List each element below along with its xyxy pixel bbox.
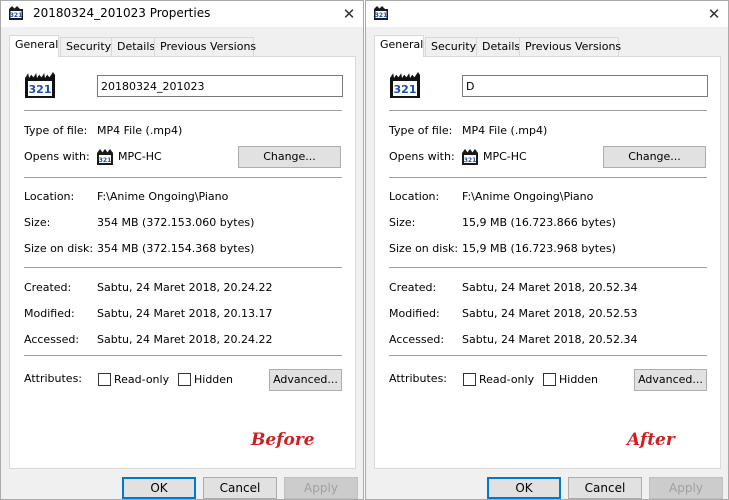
separator bbox=[24, 110, 342, 111]
file-name-input[interactable] bbox=[97, 75, 343, 97]
hidden-checkbox[interactable] bbox=[543, 373, 556, 386]
mpc-hc-small-icon: 321 bbox=[462, 149, 478, 165]
close-icon[interactable]: ✕ bbox=[335, 1, 363, 27]
attributes-label: Attributes: bbox=[389, 372, 448, 385]
type-of-file-label: Type of file: bbox=[24, 124, 88, 137]
apply-button[interactable]: Apply bbox=[284, 477, 358, 499]
separator bbox=[389, 267, 707, 268]
svg-text:321: 321 bbox=[29, 83, 52, 96]
type-of-file-value: MP4 File (.mp4) bbox=[462, 124, 548, 137]
attributes-label: Attributes: bbox=[24, 372, 83, 385]
title-bar[interactable]: 321 20180324_201023 Properties ✕ bbox=[1, 1, 363, 27]
location-value: F:\Anime Ongoing\Piano bbox=[462, 190, 594, 203]
tab-details[interactable]: Details bbox=[111, 37, 157, 56]
size-on-disk-value: 354 MB (372.154.368 bytes) bbox=[97, 242, 255, 255]
ok-button[interactable]: OK bbox=[487, 477, 561, 499]
size-value: 15,9 MB (16.723.866 bytes) bbox=[462, 216, 616, 229]
properties-dialog-before: 321 20180324_201023 Properties ✕ General… bbox=[0, 0, 364, 500]
ok-button[interactable]: OK bbox=[122, 477, 196, 499]
svg-text:321: 321 bbox=[10, 12, 23, 19]
separator bbox=[24, 177, 342, 178]
modified-label: Modified: bbox=[389, 307, 440, 320]
tab-details[interactable]: Details bbox=[476, 37, 522, 56]
change-button[interactable]: Change... bbox=[238, 146, 341, 168]
svg-text:321: 321 bbox=[375, 12, 388, 19]
created-value: Sabtu, 24 Maret 2018, 20.52.34 bbox=[462, 281, 638, 294]
separator bbox=[389, 355, 707, 356]
tab-previous-versions[interactable]: Previous Versions bbox=[519, 37, 621, 56]
tab-general[interactable]: General bbox=[374, 35, 424, 57]
before-caption: Before bbox=[251, 430, 315, 450]
separator bbox=[389, 177, 707, 178]
type-of-file-label: Type of file: bbox=[389, 124, 453, 137]
read-only-label: Read-only bbox=[114, 373, 170, 386]
advanced-button[interactable]: Advanced... bbox=[269, 369, 342, 391]
separator bbox=[389, 110, 707, 111]
location-label: Location: bbox=[389, 190, 440, 203]
modified-value: Sabtu, 24 Maret 2018, 20.13.17 bbox=[97, 307, 273, 320]
hidden-label: Hidden bbox=[194, 373, 234, 386]
tab-previous-versions[interactable]: Previous Versions bbox=[154, 37, 256, 56]
modified-value: Sabtu, 24 Maret 2018, 20.52.53 bbox=[462, 307, 638, 320]
location-label: Location: bbox=[24, 190, 75, 203]
size-on-disk-label: Size on disk: bbox=[24, 242, 94, 255]
modified-label: Modified: bbox=[24, 307, 75, 320]
opens-with-value: MPC-HC bbox=[118, 150, 162, 163]
read-only-checkbox[interactable] bbox=[98, 373, 111, 386]
size-label: Size: bbox=[24, 216, 51, 229]
apply-button[interactable]: Apply bbox=[649, 477, 723, 499]
opens-with-label: Opens with: bbox=[24, 150, 90, 163]
change-button[interactable]: Change... bbox=[603, 146, 706, 168]
mpc-hc-small-icon: 321 bbox=[97, 149, 113, 165]
mpc-hc-file-icon: 321 bbox=[390, 72, 420, 98]
opens-with-value: MPC-HC bbox=[483, 150, 527, 163]
accessed-value: Sabtu, 24 Maret 2018, 20.52.34 bbox=[462, 333, 638, 346]
after-caption: After bbox=[627, 430, 675, 450]
advanced-button[interactable]: Advanced... bbox=[634, 369, 707, 391]
read-only-checkbox[interactable] bbox=[463, 373, 476, 386]
created-label: Created: bbox=[24, 281, 72, 294]
tab-security[interactable]: Security bbox=[60, 37, 115, 56]
mpc-hc-app-icon: 321 bbox=[374, 6, 388, 20]
hidden-checkbox[interactable] bbox=[178, 373, 191, 386]
svg-text:321: 321 bbox=[99, 157, 112, 164]
size-label: Size: bbox=[389, 216, 416, 229]
svg-text:321: 321 bbox=[394, 83, 417, 96]
properties-dialog-after: 321 ✕ General Security Details Previous … bbox=[365, 0, 729, 500]
cancel-button[interactable]: Cancel bbox=[568, 477, 642, 499]
size-on-disk-label: Size on disk: bbox=[389, 242, 459, 255]
location-value: F:\Anime Ongoing\Piano bbox=[97, 190, 229, 203]
separator bbox=[24, 355, 342, 356]
opens-with-label: Opens with: bbox=[389, 150, 455, 163]
mpc-hc-file-icon: 321 bbox=[25, 72, 55, 98]
accessed-value: Sabtu, 24 Maret 2018, 20.24.22 bbox=[97, 333, 273, 346]
tab-security[interactable]: Security bbox=[425, 37, 480, 56]
type-of-file-value: MP4 File (.mp4) bbox=[97, 124, 183, 137]
accessed-label: Accessed: bbox=[389, 333, 445, 346]
read-only-label: Read-only bbox=[479, 373, 535, 386]
close-icon[interactable]: ✕ bbox=[700, 1, 728, 27]
size-value: 354 MB (372.153.060 bytes) bbox=[97, 216, 255, 229]
created-value: Sabtu, 24 Maret 2018, 20.24.22 bbox=[97, 281, 273, 294]
window-title: 20180324_201023 Properties bbox=[33, 6, 211, 20]
general-panel: 321 Type of file: MP4 File (.mp4) Opens … bbox=[9, 56, 356, 469]
tab-general[interactable]: General bbox=[9, 35, 59, 57]
cancel-button[interactable]: Cancel bbox=[203, 477, 277, 499]
created-label: Created: bbox=[389, 281, 437, 294]
hidden-label: Hidden bbox=[559, 373, 599, 386]
svg-text:321: 321 bbox=[464, 157, 477, 164]
general-panel: 321 Type of file: MP4 File (.mp4) Opens … bbox=[374, 56, 721, 469]
size-on-disk-value: 15,9 MB (16.723.968 bytes) bbox=[462, 242, 616, 255]
title-bar[interactable]: 321 ✕ bbox=[366, 1, 728, 27]
mpc-hc-app-icon: 321 bbox=[9, 6, 23, 20]
accessed-label: Accessed: bbox=[24, 333, 80, 346]
file-name-input[interactable] bbox=[462, 75, 708, 97]
separator bbox=[24, 267, 342, 268]
